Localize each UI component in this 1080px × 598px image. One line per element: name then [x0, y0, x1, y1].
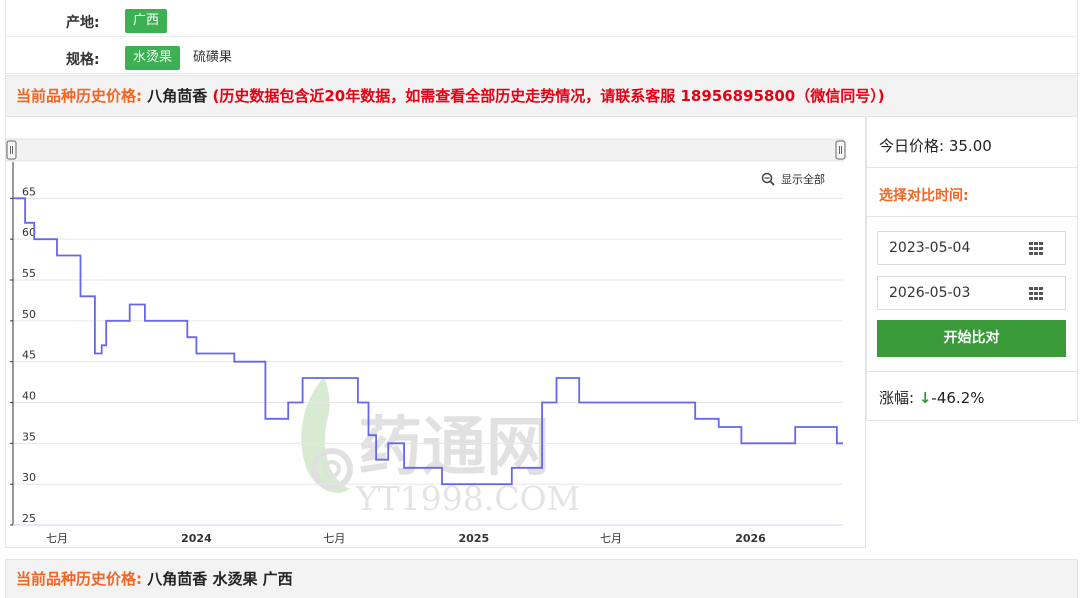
zoom-out-icon — [761, 172, 775, 186]
footer-banner-prefix: 当前品种历史价格: — [16, 570, 142, 588]
range-handle-right[interactable] — [835, 140, 846, 160]
filter-box: 产地: 广西 规格: 水烫果 硫磺果 — [5, 0, 1078, 74]
range-handle-left[interactable] — [6, 140, 17, 160]
watermark: 药通网 YT1998.COM — [301, 377, 580, 518]
y-tick-label: 65 — [22, 185, 36, 198]
x-axis: 七月 2024 七月 2025 七月 2026 — [13, 524, 843, 545]
today-price: 今日价格: 35.00 — [879, 135, 992, 156]
compare-start-date-input[interactable]: 2023-05-04 — [877, 231, 1066, 265]
y-tick-label: 50 — [22, 308, 36, 321]
start-compare-button[interactable]: 开始比对 — [877, 320, 1066, 357]
history-price-banner: 当前品种历史价格: 八角茴香 (历史数据包含近20年数据，如需查看全部历史走势情… — [5, 75, 1078, 117]
compare-title: 选择对比时间: — [879, 188, 969, 204]
price-chart-panel: 药通网 YT1998.COM 25 30 35 40 45 50 55 60 65 七月 2024… — [5, 117, 866, 548]
change-value: -46.2% — [931, 389, 985, 407]
y-tick-label: 45 — [22, 349, 36, 362]
y-tick-label: 55 — [22, 267, 36, 280]
x-tick-label: 七月 — [600, 532, 622, 545]
calendar-icon[interactable] — [1029, 242, 1043, 255]
history-price-footer-banner: 当前品种历史价格: 八角茴香 水烫果 广西 — [5, 559, 1078, 598]
watermark-brand: 药通网 — [358, 410, 550, 485]
spec-label: 规格: — [66, 52, 100, 68]
today-price-label: 今日价格: — [879, 137, 945, 155]
range-navigator-track[interactable] — [6, 138, 844, 162]
footer-banner-product: 八角茴香 水烫果 广西 — [147, 570, 293, 588]
change-label: 涨幅: — [879, 389, 915, 407]
divider — [867, 371, 1077, 372]
x-tick-label: 2024 — [181, 532, 212, 545]
origin-filter-row: 产地: 广西 — [6, 0, 1077, 37]
banner-product-name: 八角茴香 — [147, 87, 208, 105]
x-tick-label: 七月 — [323, 532, 345, 545]
divider — [867, 216, 1077, 217]
spec-tag-selected[interactable]: 水烫果 — [125, 46, 181, 70]
y-tick-label: 35 — [22, 430, 36, 443]
show-all-label: 显示全部 — [781, 172, 825, 186]
divider — [867, 167, 1077, 168]
compare-end-date-input[interactable]: 2026-05-03 — [877, 276, 1066, 310]
x-tick-label: 2026 — [735, 532, 766, 545]
start-date-value: 2023-05-04 — [889, 240, 971, 256]
y-tick-label: 30 — [22, 471, 36, 484]
watermark-leaf-icon — [301, 377, 353, 493]
spec-tag-other[interactable]: 硫磺果 — [193, 46, 232, 70]
today-price-value: 35.00 — [948, 137, 992, 155]
y-axis: 253035404550556065 — [10, 162, 36, 526]
x-tick-label: 七月 — [46, 532, 68, 545]
origin-label: 产地: — [66, 15, 100, 31]
calendar-icon[interactable] — [1029, 287, 1043, 300]
banner-prefix: 当前品种历史价格: — [16, 87, 142, 105]
banner-note: (历史数据包含近20年数据，如需查看全部历史走势情况，请联系客服 1895689… — [212, 87, 885, 105]
origin-tag-guangxi[interactable]: 广西 — [125, 9, 168, 33]
down-arrow-icon: ↓ — [918, 389, 932, 407]
price-change: 涨幅: ↓-46.2% — [879, 387, 985, 408]
y-tick-label: 25 — [22, 512, 36, 525]
compare-side-panel: 今日价格: 35.00 选择对比时间: 2023-05-04 2026-05-0… — [866, 117, 1078, 421]
price-chart: 药通网 YT1998.COM 253035404550556065 七月 2024… — [6, 138, 846, 545]
end-date-value: 2026-05-03 — [889, 285, 971, 301]
y-tick-label: 40 — [22, 390, 36, 403]
x-tick-label: 2025 — [459, 532, 490, 545]
show-all-button[interactable]: 显示全部 — [761, 172, 826, 186]
spec-filter-row: 规格: 水烫果 硫磺果 — [6, 37, 1077, 74]
